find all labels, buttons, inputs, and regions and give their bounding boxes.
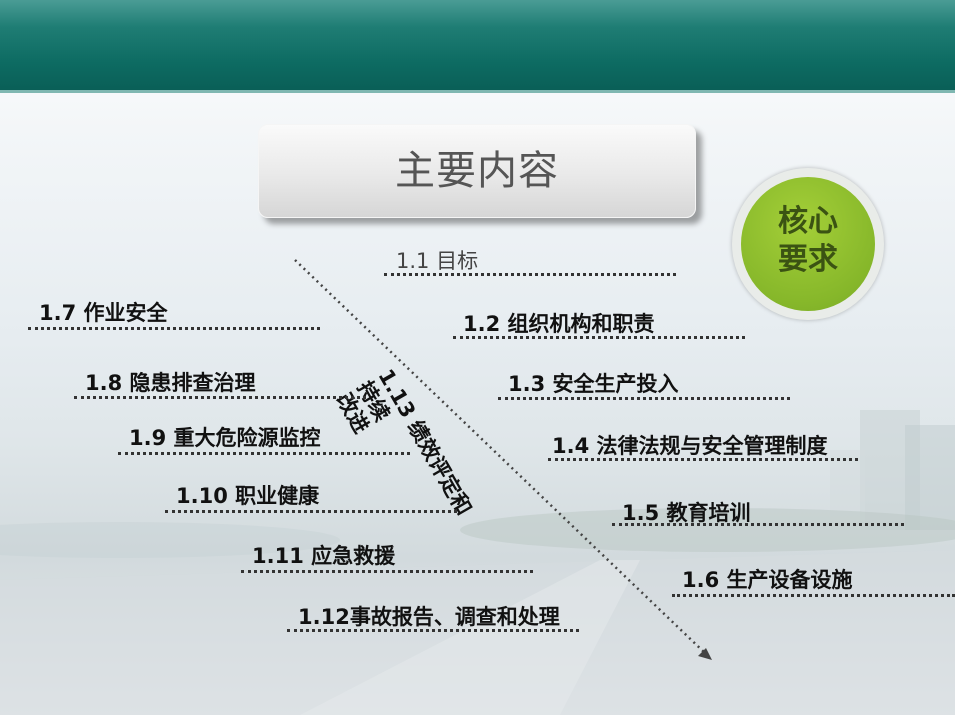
item-1-6-dots (672, 594, 955, 597)
item-1-8: 1.8 隐患排查治理 (85, 371, 256, 395)
item-1-4-dots (548, 458, 858, 461)
item-1-6: 1.6 生产设备设施 (682, 568, 853, 592)
item-1-7: 1.7 作业安全 (39, 301, 168, 325)
item-1-10-dots (165, 510, 457, 513)
item-1-9: 1.9 重大危险源监控 (129, 426, 321, 450)
item-1-10: 1.10 职业健康 (176, 484, 320, 508)
item-1-2-dots (453, 336, 745, 339)
item-1-7-dots (28, 327, 320, 330)
item-1-1-dots (384, 273, 676, 276)
item-1-11-dots (241, 570, 533, 573)
slide: 主要内容 核心 要求 1.13 绩效评定和持续 改进 1.1 目标 1.2 组织… (0, 0, 955, 715)
item-1-12: 1.12事故报告、调查和处理 (298, 605, 560, 629)
item-1-8-dots (74, 396, 366, 399)
item-1-2: 1.2 组织机构和职责 (463, 312, 655, 336)
item-1-4: 1.4 法律法规与安全管理制度 (552, 434, 828, 458)
item-1-3: 1.3 安全生产投入 (508, 372, 679, 396)
item-1-12-dots (287, 629, 579, 632)
item-1-5-dots (612, 523, 904, 526)
item-1-1: 1.1 目标 (396, 249, 479, 273)
item-1-9-dots (118, 452, 410, 455)
item-1-11: 1.11 应急救援 (252, 544, 396, 568)
item-1-3-dots (498, 397, 790, 400)
